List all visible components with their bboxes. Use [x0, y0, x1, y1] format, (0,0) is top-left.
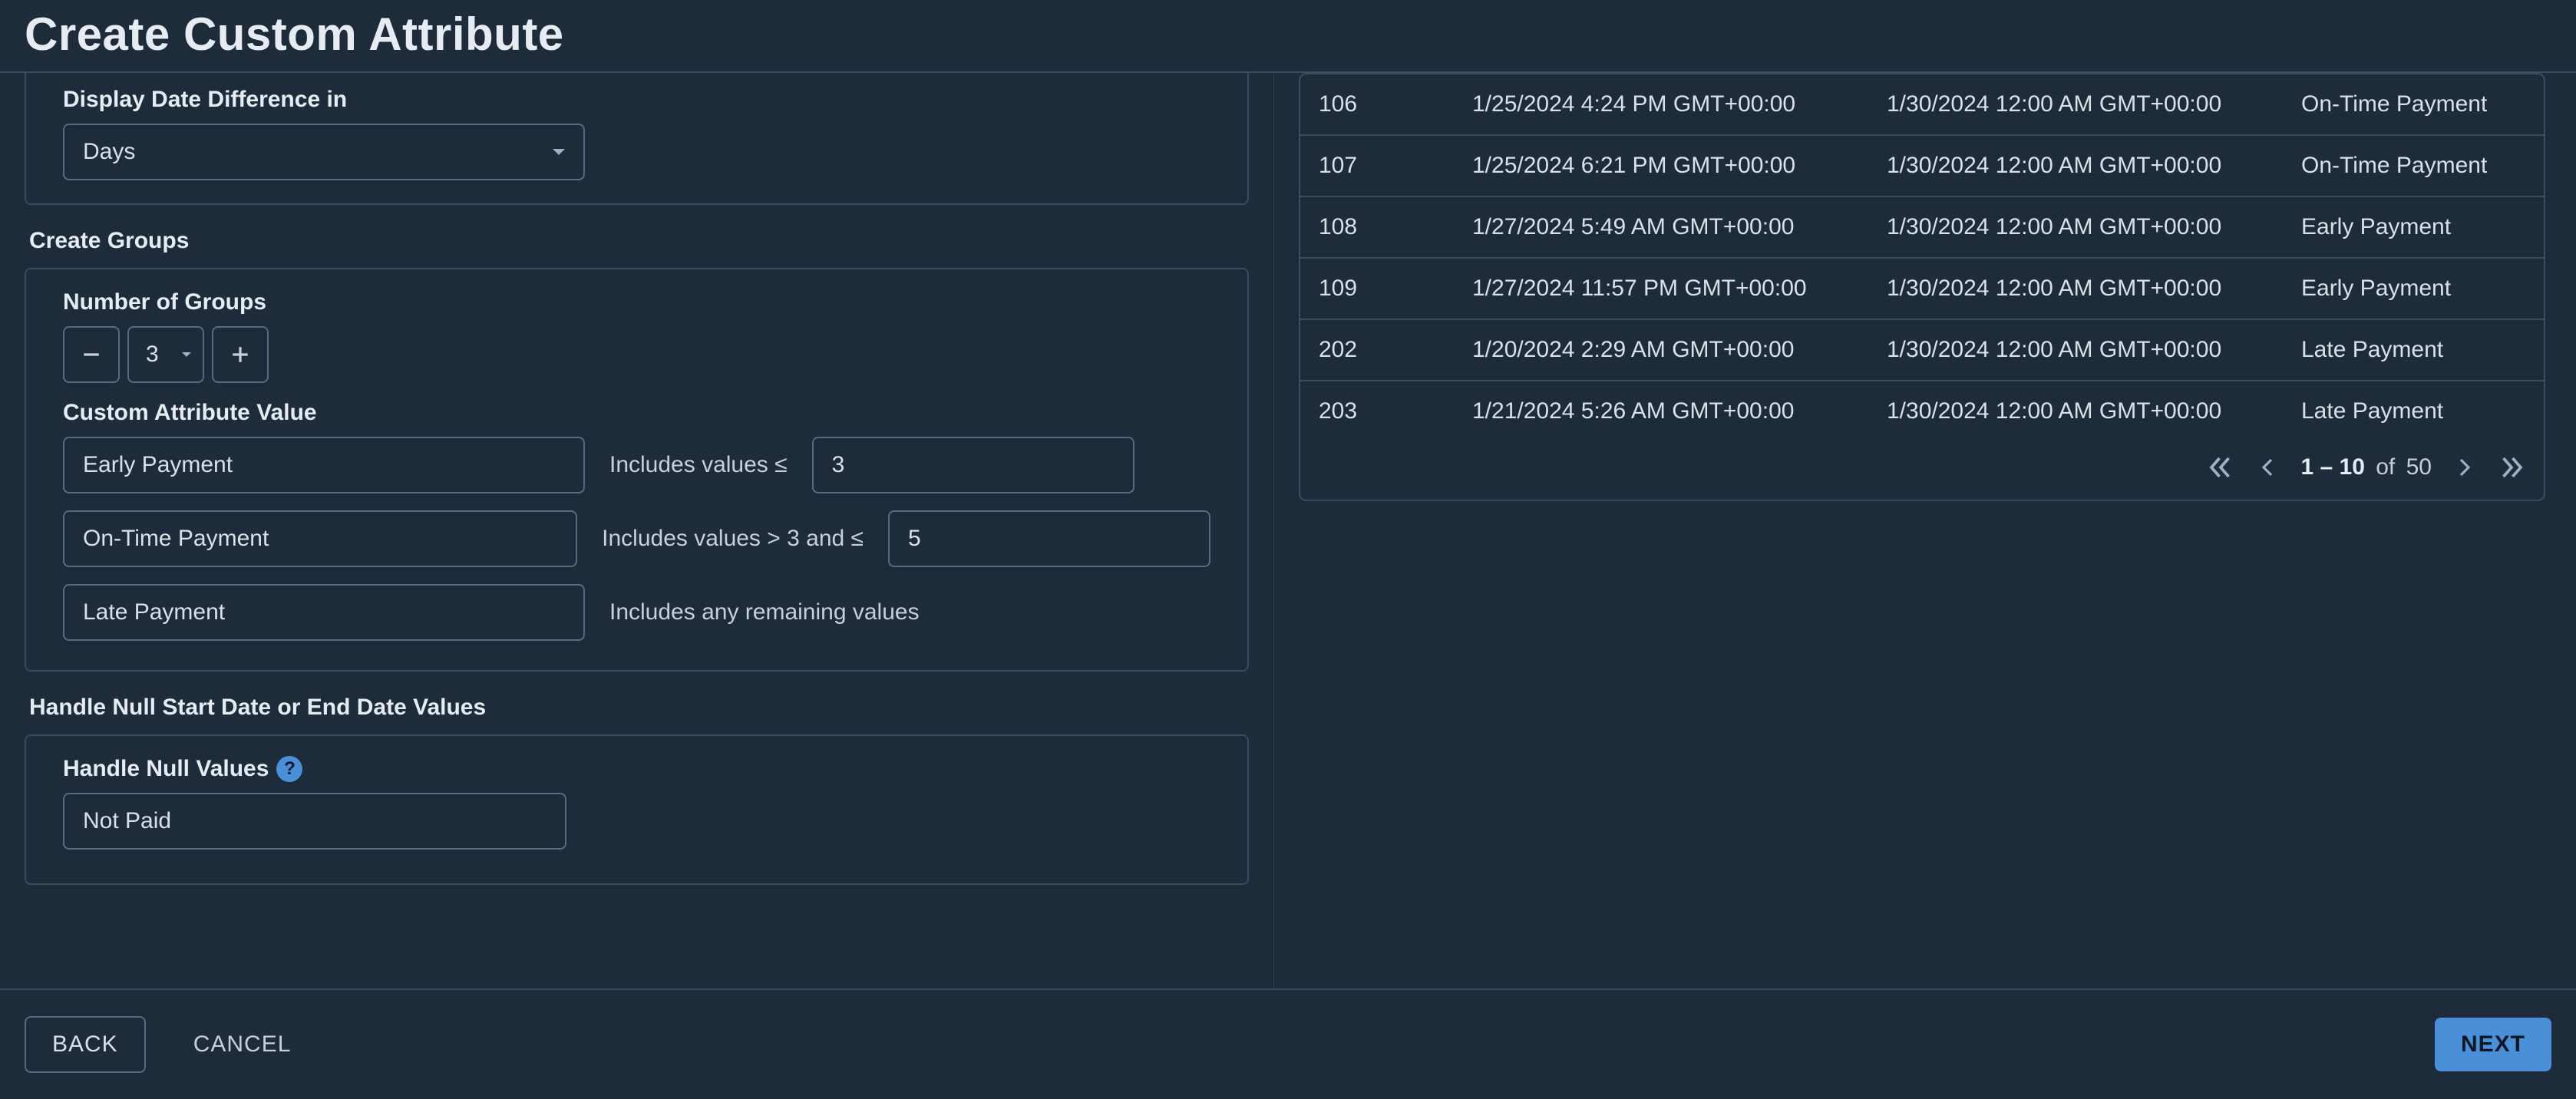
handle-null-values-input[interactable]	[63, 793, 566, 850]
table-cell: Early Payment	[2283, 196, 2544, 258]
group-condition-text: Includes values > 3 and ≤	[602, 526, 864, 552]
create-groups-heading: Create Groups	[29, 228, 1249, 254]
group-threshold-input[interactable]	[812, 437, 1134, 493]
display-date-diff-section: Display Date Difference in	[25, 73, 1249, 205]
table-cell: On-Time Payment	[2283, 135, 2544, 196]
table-cell: Late Payment	[2283, 381, 2544, 441]
group-threshold-input[interactable]	[888, 510, 1210, 567]
group-row: Includes values ≤	[63, 437, 1210, 493]
table-cell: 1/25/2024 6:21 PM GMT+00:00	[1454, 135, 1868, 196]
table-row: 1061/25/2024 4:24 PM GMT+00:001/30/2024 …	[1300, 74, 2544, 135]
table-cell: 1/27/2024 11:57 PM GMT+00:00	[1454, 258, 1868, 319]
table-cell: 107	[1300, 135, 1454, 196]
table-cell: 1/20/2024 2:29 AM GMT+00:00	[1454, 319, 1868, 381]
table-cell: 108	[1300, 196, 1454, 258]
handle-null-heading: Handle Null Start Date or End Date Value…	[29, 695, 1249, 721]
pager-prev-button[interactable]	[2256, 456, 2279, 479]
table-cell: On-Time Payment	[2283, 74, 2544, 135]
table-cell: 202	[1300, 319, 1454, 381]
table-cell: 106	[1300, 74, 1454, 135]
chevron-right-icon	[2453, 456, 2476, 479]
pager-next-button[interactable]	[2453, 456, 2476, 479]
group-row: Includes any remaining values	[63, 584, 1210, 641]
handle-null-section: Handle Null Values ?	[25, 734, 1249, 885]
group-value-input[interactable]	[63, 437, 585, 493]
table-cell: 1/30/2024 12:00 AM GMT+00:00	[1868, 381, 2283, 441]
table-row: 2021/20/2024 2:29 AM GMT+00:001/30/2024 …	[1300, 319, 2544, 381]
pager-total: 50	[2406, 454, 2432, 480]
display-date-diff-select-wrap	[63, 124, 585, 180]
custom-attribute-value-label: Custom Attribute Value	[63, 400, 1210, 426]
minus-icon	[81, 345, 101, 365]
pager-range: 1 – 10	[2300, 454, 2364, 480]
config-left-pane: Display Date Difference in Create Groups…	[0, 73, 1274, 988]
modal-footer: BACK CANCEL NEXT	[0, 988, 2576, 1099]
pager-last-button[interactable]	[2498, 454, 2525, 481]
chevron-left-icon	[2256, 456, 2279, 479]
table-cell: 1/25/2024 4:24 PM GMT+00:00	[1454, 74, 1868, 135]
group-row: Includes values > 3 and ≤	[63, 510, 1210, 567]
table-cell: Late Payment	[2283, 319, 2544, 381]
group-condition-text: Includes values ≤	[609, 452, 788, 478]
table-cell: 1/21/2024 5:26 AM GMT+00:00	[1454, 381, 1868, 441]
table-cell: 1/27/2024 5:49 AM GMT+00:00	[1454, 196, 1868, 258]
table-cell: Early Payment	[2283, 258, 2544, 319]
table-row: 1091/27/2024 11:57 PM GMT+00:001/30/2024…	[1300, 258, 2544, 319]
handle-null-values-label-text: Handle Null Values	[63, 756, 269, 782]
chevron-double-left-icon	[2207, 454, 2234, 481]
create-custom-attribute-modal: Create Custom Attribute Display Date Dif…	[0, 0, 2576, 1099]
cancel-button[interactable]: CANCEL	[167, 1018, 318, 1071]
display-date-diff-label: Display Date Difference in	[63, 87, 1210, 113]
table-cell: 1/30/2024 12:00 AM GMT+00:00	[1868, 135, 2283, 196]
next-button[interactable]: NEXT	[2435, 1018, 2551, 1071]
handle-null-values-label: Handle Null Values ?	[63, 756, 1210, 782]
caret-down-icon	[180, 348, 193, 361]
num-groups-value[interactable]: 3	[127, 326, 204, 383]
num-groups-increment-button[interactable]	[212, 326, 269, 383]
num-groups-decrement-button[interactable]	[63, 326, 120, 383]
plus-icon	[230, 345, 250, 365]
pager-first-button[interactable]	[2207, 454, 2234, 481]
table-row: 2031/21/2024 5:26 AM GMT+00:001/30/2024 …	[1300, 381, 2544, 441]
create-groups-section: Number of Groups 3	[25, 268, 1249, 672]
table-cell: 1/30/2024 12:00 AM GMT+00:00	[1868, 74, 2283, 135]
display-date-diff-select[interactable]	[63, 124, 585, 180]
preview-table: 1061/25/2024 4:24 PM GMT+00:001/30/2024 …	[1299, 73, 2545, 501]
table-cell: 1/30/2024 12:00 AM GMT+00:00	[1868, 319, 2283, 381]
preview-table-body: 1061/25/2024 4:24 PM GMT+00:001/30/2024 …	[1300, 74, 2544, 441]
preview-right-pane: 1061/25/2024 4:24 PM GMT+00:001/30/2024 …	[1274, 73, 2576, 988]
table-row: 1081/27/2024 5:49 AM GMT+00:001/30/2024 …	[1300, 196, 2544, 258]
pager-range-text: 1 – 10 of 50	[2300, 454, 2432, 480]
modal-title: Create Custom Attribute	[25, 8, 2551, 61]
table-cell: 1/30/2024 12:00 AM GMT+00:00	[1868, 258, 2283, 319]
num-groups-label: Number of Groups	[63, 289, 1210, 315]
pager: 1 – 10 of 50	[2207, 454, 2525, 481]
back-button[interactable]: BACK	[25, 1016, 146, 1073]
footer-left: BACK CANCEL	[25, 1016, 317, 1073]
group-value-input[interactable]	[63, 510, 577, 567]
table-cell: 1/30/2024 12:00 AM GMT+00:00	[1868, 196, 2283, 258]
chevron-double-right-icon	[2498, 454, 2525, 481]
modal-header: Create Custom Attribute	[0, 0, 2576, 73]
num-groups-stepper: 3	[63, 326, 1210, 383]
num-groups-value-text: 3	[146, 342, 159, 368]
table-cell: 203	[1300, 381, 1454, 441]
group-condition-text: Includes any remaining values	[609, 599, 920, 625]
pager-row: 1 – 10 of 50	[1300, 441, 2544, 500]
group-value-input[interactable]	[63, 584, 585, 641]
modal-body: Display Date Difference in Create Groups…	[0, 73, 2576, 988]
help-icon[interactable]: ?	[276, 756, 302, 782]
pager-of: of	[2376, 454, 2395, 480]
table-cell: 109	[1300, 258, 1454, 319]
table-row: 1071/25/2024 6:21 PM GMT+00:001/30/2024 …	[1300, 135, 2544, 196]
